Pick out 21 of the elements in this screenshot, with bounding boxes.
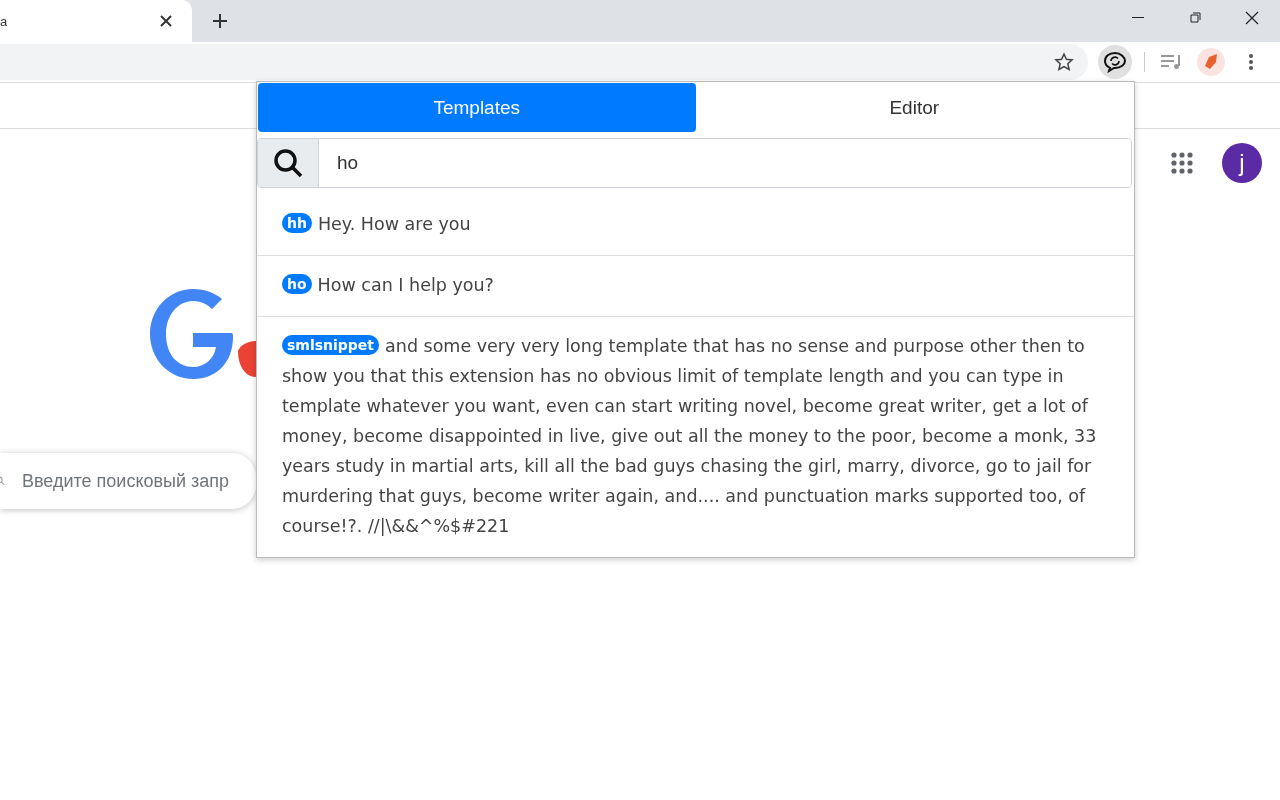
tab[interactable]: Templates xyxy=(258,83,696,132)
browser-tab[interactable]: a xyxy=(0,0,192,42)
avatar[interactable]: j xyxy=(1222,143,1262,183)
template-text: smlsnippet and some very very long template that has no sense and purpose other then to show you that this extension has no obvious limit of template length and you can type in template whatever you want, even can start writing novel, become great writer, get a lot of money, become disappointed in live, give out all the money to the poor, become a monk, 33 years study in martial arts, kill all the bad guys chasing the girl, marry, divorce, go to jail for murdering that guys, become writer again, and.... and punctuation marks supported too, of course!?. //|\&&^%$#221 xyxy=(282,336,1097,536)
tab-title: a xyxy=(0,13,8,29)
apps-grid-icon[interactable] xyxy=(1168,149,1196,177)
search-input[interactable]: Введите поисковый запр xyxy=(20,469,256,493)
search-icon xyxy=(273,148,303,178)
search-field[interactable]: ho xyxy=(257,138,1132,188)
restore-icon xyxy=(1188,11,1201,25)
template-text: hh Hey. How are you xyxy=(282,214,471,234)
shortcut-badge: smlsnippet xyxy=(282,335,380,355)
template-item[interactable]: ho How can I help you? xyxy=(257,256,1134,317)
shortcut-badge: ho xyxy=(282,274,312,294)
close-icon xyxy=(1244,11,1259,25)
template-item[interactable]: hh Hey. How are you xyxy=(257,195,1134,256)
shortcut-badge: hh xyxy=(282,213,312,233)
minimize-icon xyxy=(1131,17,1144,19)
chat-extension-icon[interactable] xyxy=(1098,45,1132,79)
plus-icon xyxy=(212,13,228,29)
template-text: ho How can I help you? xyxy=(282,275,494,295)
